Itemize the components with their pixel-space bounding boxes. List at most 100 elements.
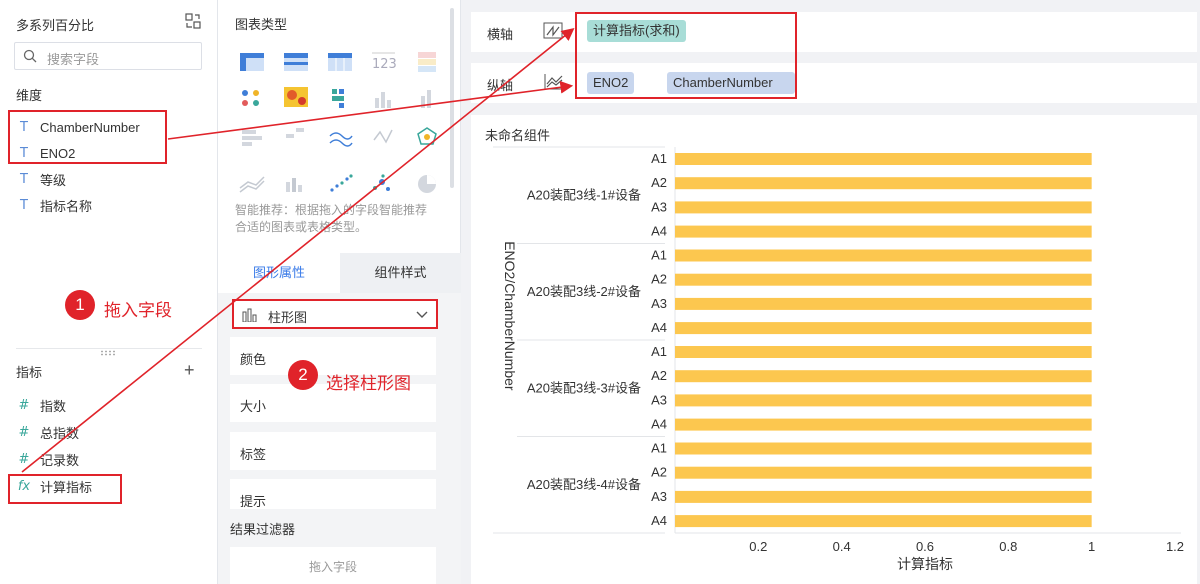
column-chart-icon[interactable] <box>375 92 391 108</box>
metric-item-total-index[interactable]: # 总指数 <box>16 421 92 443</box>
bar <box>675 418 1092 431</box>
x-axis-label: 横轴 <box>487 27 514 42</box>
category-label: A1 <box>651 344 667 359</box>
chart-component: 未命名组件 A20装配3线-1#设备 A1 A2 A3 A4 A20装配3线-2#设备 A1… <box>471 115 1197 584</box>
chart-type-panel: 图表类型 123 智能推荐：根据拖入的字段智能推荐合适的图表或表格类型。 图形属… <box>218 0 461 584</box>
bar <box>675 225 1092 238</box>
chart-type-scrollbar[interactable] <box>450 8 454 188</box>
field-label: 指数 <box>40 398 67 414</box>
bar <box>675 466 1092 479</box>
bar-chart-icon <box>242 308 257 322</box>
pie-chart-icon[interactable] <box>418 175 436 193</box>
text-field-icon: T <box>20 197 28 213</box>
x-axis-title: 计算指标 <box>897 556 953 572</box>
filter-drop-zone[interactable]: 拖入字段 <box>230 547 436 584</box>
category-label: A3 <box>651 296 667 311</box>
y-axis-icon <box>544 74 563 90</box>
group-label: A20装配3线-1#设备 <box>527 187 641 202</box>
area-chart-icon[interactable] <box>239 176 265 193</box>
stacked-bar-icon[interactable] <box>286 128 304 138</box>
category-label: A3 <box>651 199 667 214</box>
group-label: A20装配3线-2#设备 <box>527 284 641 299</box>
field-label: 记录数 <box>40 452 80 468</box>
bar-chart-icon[interactable] <box>242 130 262 146</box>
kpi-number-icon[interactable]: 123 <box>372 52 397 72</box>
tab-graphic-properties[interactable]: 图形属性 <box>218 253 340 293</box>
category-label: A2 <box>651 465 667 480</box>
add-metric-icon[interactable]: + <box>184 360 195 381</box>
table-icon[interactable] <box>240 53 264 71</box>
category-label: A2 <box>651 368 667 383</box>
field-label: 等级 <box>40 172 67 188</box>
highlight-dimension-fields <box>8 110 167 164</box>
search-icon <box>23 49 37 63</box>
tab-component-style[interactable]: 组件样式 <box>340 253 461 293</box>
bar <box>675 515 1092 528</box>
category-label: A4 <box>651 513 667 528</box>
bar <box>675 442 1092 455</box>
metric-section-label: 指标 <box>16 365 43 380</box>
chart-type-select[interactable]: 柱形图 <box>232 299 438 329</box>
chevron-down-icon <box>416 311 428 318</box>
field-search-input[interactable]: 搜索字段 <box>14 42 202 70</box>
x-tick-label: 1.2 <box>1166 539 1184 554</box>
dimension-item-grade[interactable]: T 等级 <box>16 168 140 190</box>
bubble-chart-icon[interactable] <box>373 174 390 191</box>
category-label: A1 <box>651 441 667 456</box>
scatter-chart-icon[interactable] <box>330 174 353 192</box>
x-tick-label: 1 <box>1088 539 1095 554</box>
detail-table-icon[interactable] <box>328 53 352 71</box>
line-chart-icon[interactable] <box>329 132 353 147</box>
bar-chart: A20装配3线-1#设备 A1 A2 A3 A4 A20装配3线-2#设备 A1 A2 A3 A4… <box>493 146 1184 572</box>
y-axis-label: 纵轴 <box>487 78 514 93</box>
chart-type-grid: 123 <box>239 52 437 193</box>
dimension-item-metric-name[interactable]: T 指标名称 <box>16 194 140 216</box>
dimension-section-label: 维度 <box>16 88 43 103</box>
property-label: 提示 <box>240 494 267 509</box>
chart-types-title: 图表类型 <box>235 17 288 32</box>
property-panel: 柱形图 颜色 大小 标签 提示 结果过滤器 拖入字段 <box>218 293 461 584</box>
x-axis-icon <box>543 22 563 39</box>
radar-line-icon[interactable] <box>373 129 393 144</box>
field-label: 指标名称 <box>40 198 93 214</box>
property-tabs: 图形属性 组件样式 <box>218 253 461 293</box>
switch-dataset-icon[interactable] <box>185 13 201 29</box>
bar <box>675 201 1092 214</box>
number-field-icon: # <box>18 451 30 467</box>
pivot-table-icon[interactable] <box>284 53 308 71</box>
group-label: A20装配3线-3#设备 <box>527 380 641 395</box>
category-label: A4 <box>651 320 667 335</box>
category-label: A3 <box>651 392 667 407</box>
range-bar-icon[interactable] <box>286 178 302 192</box>
bar <box>675 177 1092 190</box>
svg-text:123: 123 <box>372 57 397 72</box>
canvas-area: 横轴 计算指标(求和) 纵轴 ENO2 ChamberNumber 未命名组件 … <box>461 0 1200 584</box>
number-field-icon: # <box>18 424 30 440</box>
property-label-setting[interactable]: 标签 <box>230 432 436 470</box>
bar <box>675 490 1092 503</box>
resize-handle-icon[interactable] <box>100 350 118 356</box>
color-table-icon[interactable] <box>418 52 436 72</box>
matrix-bar-icon[interactable] <box>332 89 344 108</box>
bar <box>675 153 1092 165</box>
metric-item-record-count[interactable]: # 记录数 <box>16 448 92 470</box>
chart-type-label: 柱形图 <box>268 310 308 325</box>
heatmap-icon[interactable] <box>284 87 308 107</box>
radar-chart-icon[interactable] <box>417 127 437 145</box>
step-1-text: 拖入字段 <box>104 301 172 320</box>
property-label: 颜色 <box>240 352 267 367</box>
step-1-badge: 1 <box>65 290 95 320</box>
property-tooltip[interactable]: 提示 <box>230 479 436 509</box>
dot-map-icon[interactable] <box>242 90 259 106</box>
x-tick-label: 0.6 <box>916 539 934 554</box>
metric-item-index[interactable]: # 指数 <box>16 394 92 416</box>
field-label: 总指数 <box>40 425 80 441</box>
category-label: A1 <box>651 151 667 166</box>
highlight-axis-fields <box>575 12 797 99</box>
highlight-metric-field <box>8 474 122 504</box>
section-divider <box>16 348 202 349</box>
property-label: 大小 <box>240 399 267 414</box>
x-tick-label: 0.4 <box>833 539 851 554</box>
stacked-column-icon[interactable] <box>421 90 431 108</box>
bar <box>675 273 1092 286</box>
